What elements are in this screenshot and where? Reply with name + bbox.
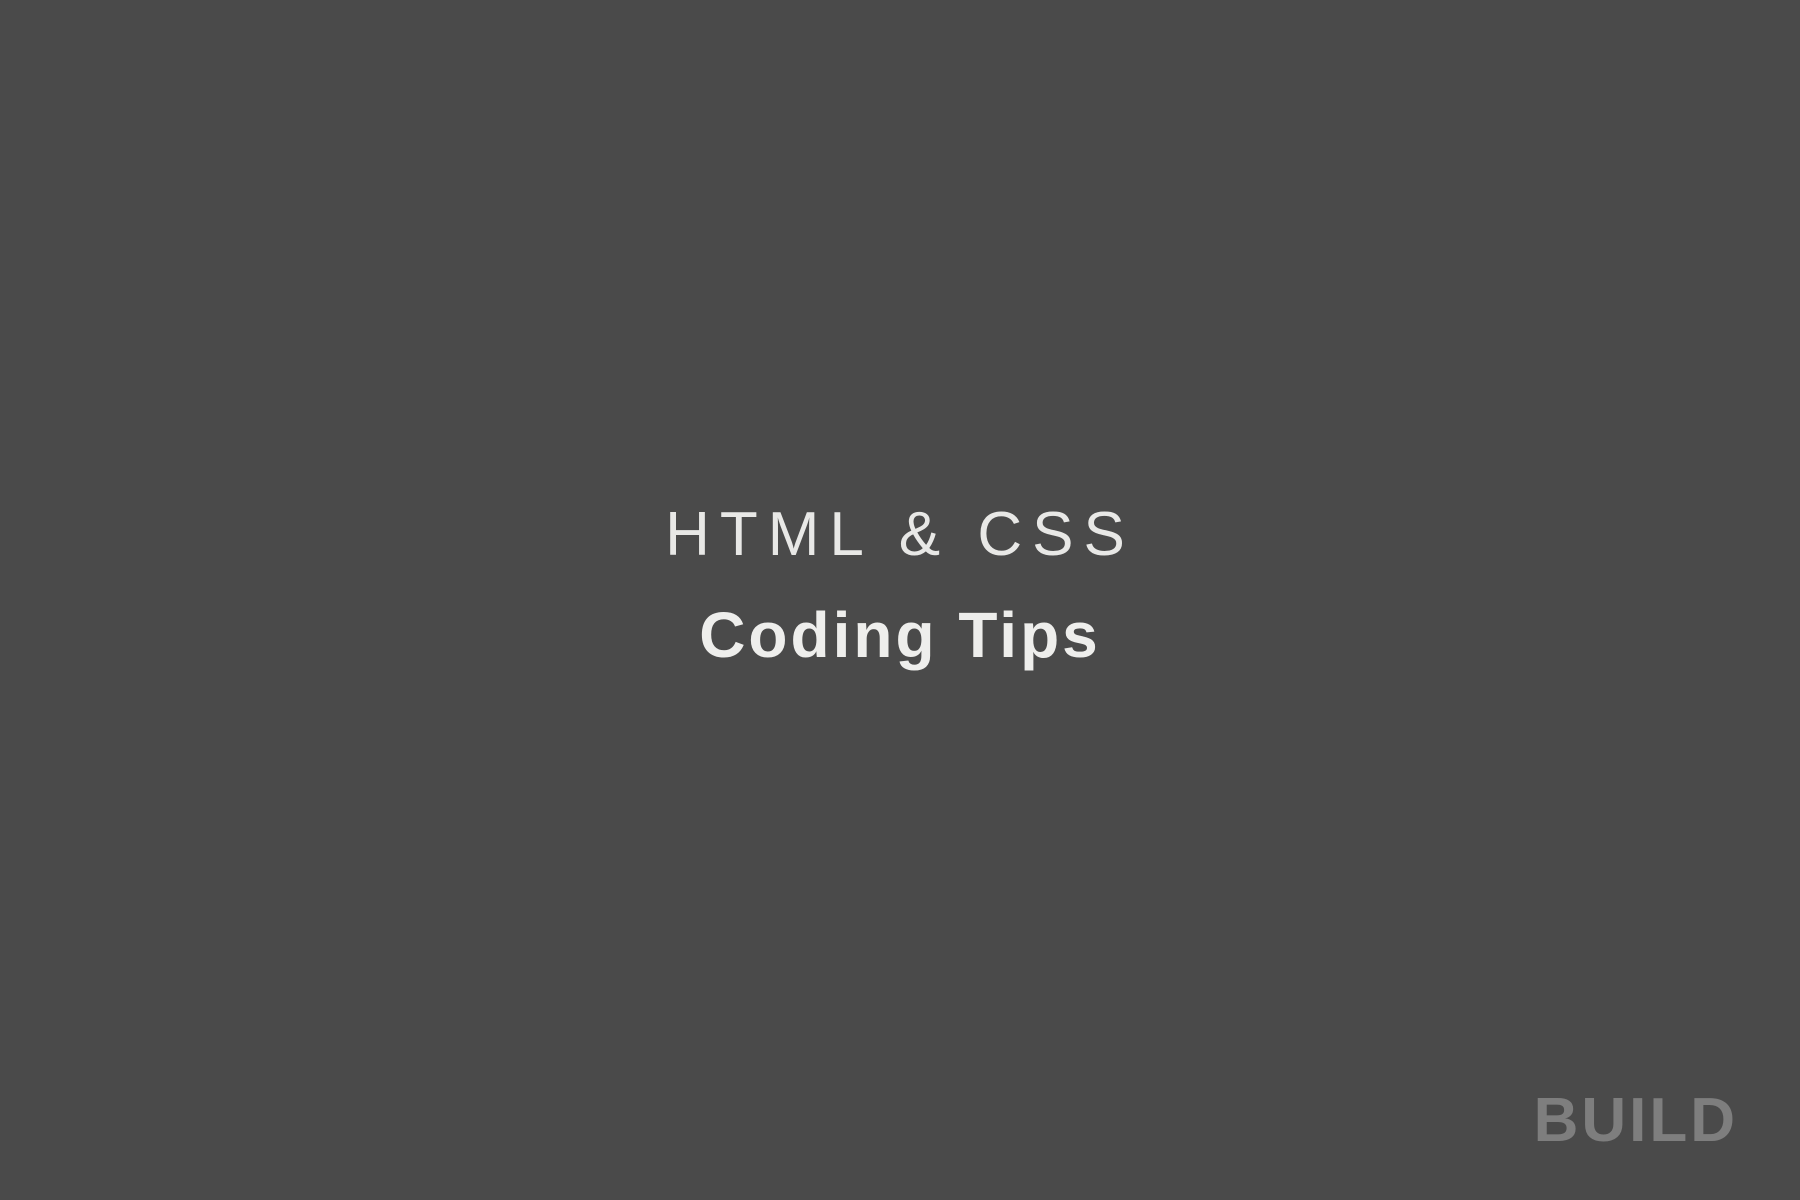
slide-heading-top: HTML & CSS — [665, 499, 1135, 570]
slide-content: HTML & CSS Coding Tips — [665, 499, 1135, 672]
footer-brand: BUILD — [1534, 1085, 1738, 1156]
slide-heading-bottom: Coding Tips — [699, 598, 1101, 672]
